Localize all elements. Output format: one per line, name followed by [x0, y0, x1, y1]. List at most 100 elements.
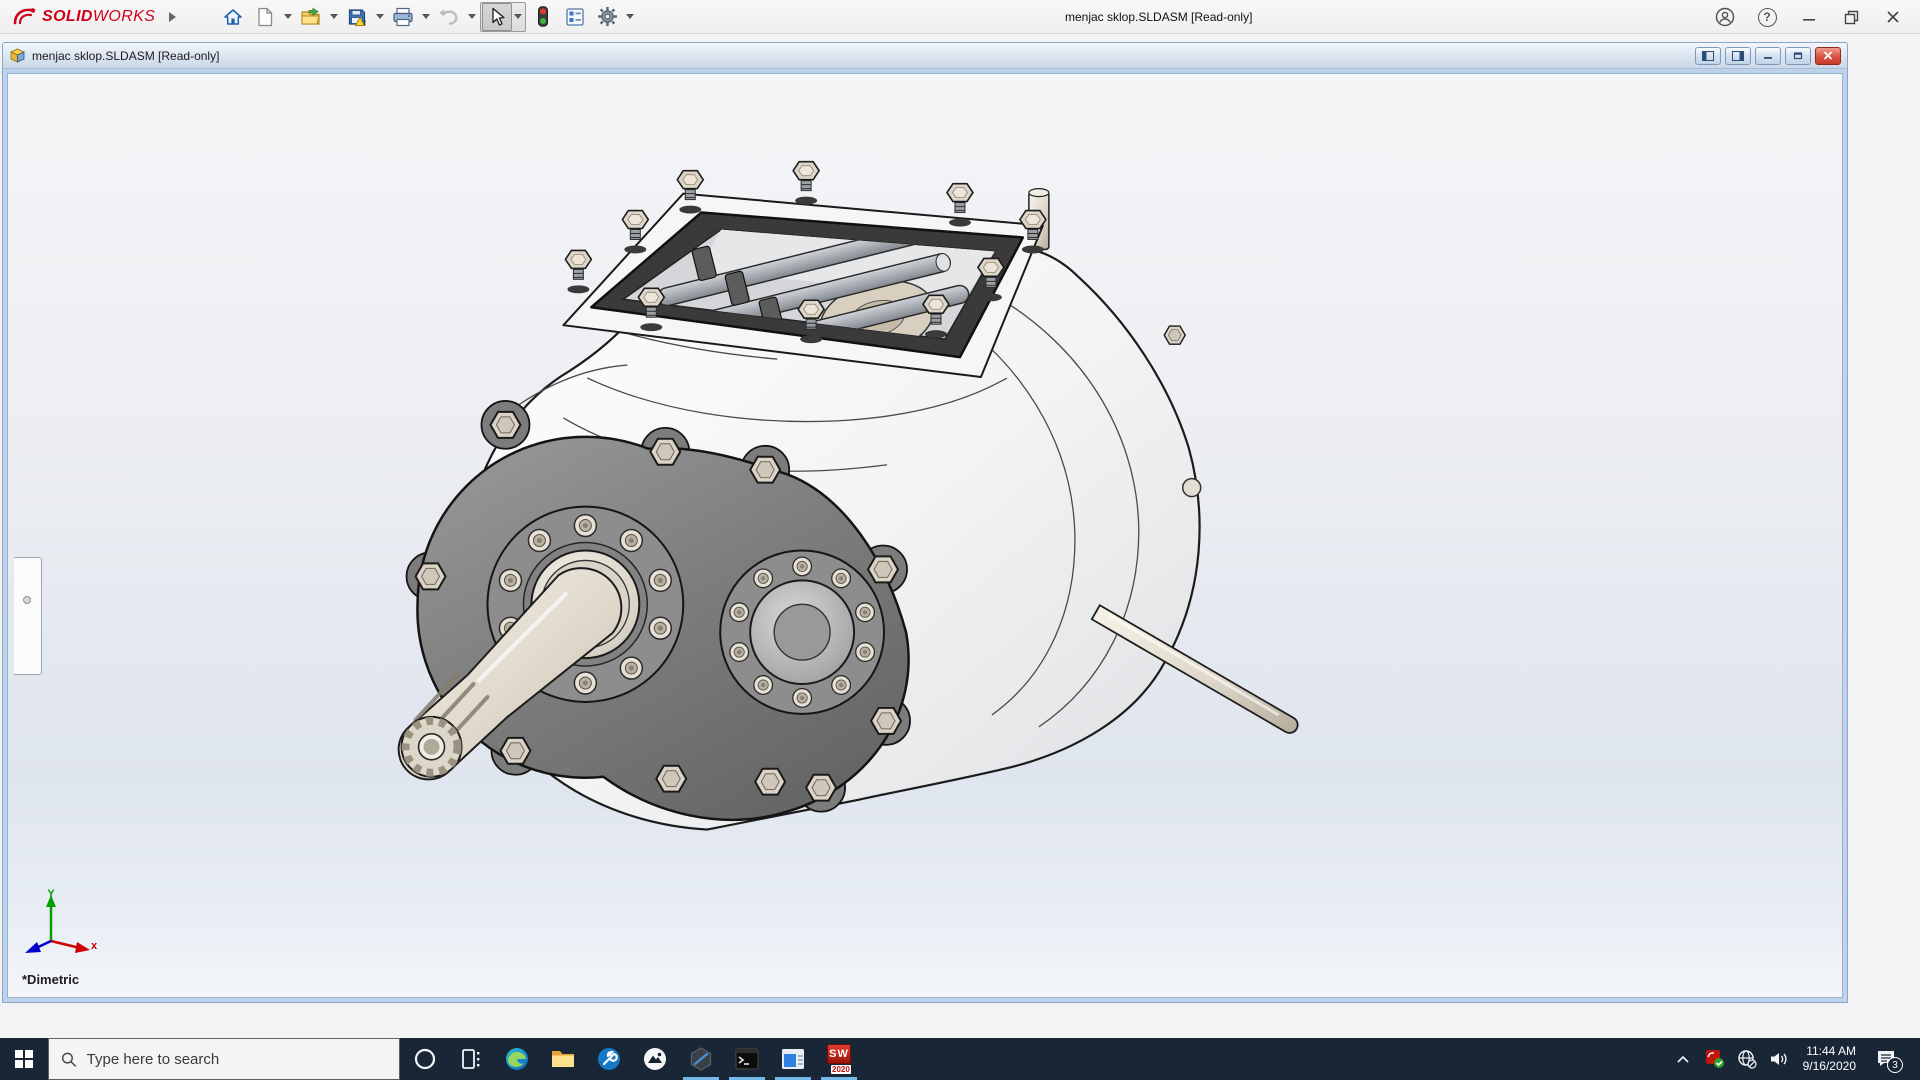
- file-explorer-icon: [552, 1051, 574, 1067]
- document-restore-button[interactable]: [1785, 46, 1811, 65]
- pane-right-icon: [1732, 50, 1744, 61]
- restore-icon: [1844, 10, 1858, 24]
- taskbar-icon-edge[interactable]: [494, 1038, 540, 1080]
- graphics-area[interactable]: Y x *Dimetric: [7, 73, 1843, 998]
- document-titlebar[interactable]: menjac sklop.SLDASM [Read-only]: [2, 42, 1848, 68]
- save-button[interactable]: [342, 3, 372, 31]
- new-document-icon: [258, 7, 273, 26]
- globe-no-internet-icon: [1737, 1050, 1757, 1069]
- app-window-icon: [782, 1049, 804, 1069]
- evaluate-list-button[interactable]: [560, 3, 590, 31]
- solidworks-logo: SOLIDWORKS: [12, 6, 155, 28]
- minimize-icon: [1803, 19, 1815, 21]
- solidworks-logo-icon: [13, 7, 36, 24]
- print-dropdown[interactable]: [420, 3, 432, 31]
- speaker-icon: [1770, 1053, 1787, 1065]
- triad-x-label: x: [91, 940, 98, 952]
- solidworks-app-icon: SW 2020: [825, 1044, 853, 1074]
- open-folder-icon: [301, 7, 320, 25]
- tray-volume[interactable]: [1765, 1038, 1793, 1080]
- tray-solidworks-resource-monitor[interactable]: [1701, 1038, 1729, 1080]
- design-binder-button[interactable]: [528, 3, 558, 31]
- cortana-icon: [414, 1048, 436, 1070]
- taskbar-icon-command-prompt[interactable]: [724, 1038, 770, 1080]
- restore-button[interactable]: [1834, 2, 1868, 32]
- reference-triad: Y x: [25, 889, 98, 953]
- featuremanager-collapsed-tab[interactable]: [14, 557, 42, 675]
- tray-time: 11:44 AM: [1806, 1044, 1856, 1058]
- view-orientation-label: *Dimetric: [22, 972, 80, 987]
- taskbar-spacer: [862, 1038, 1669, 1080]
- undo-icon: [439, 8, 458, 25]
- toggle-right-pane-button[interactable]: [1725, 46, 1751, 65]
- select-dropdown[interactable]: [512, 3, 524, 31]
- options-dropdown[interactable]: [624, 3, 636, 31]
- taskbar-icon-admin-tools[interactable]: [586, 1038, 632, 1080]
- start-button[interactable]: [0, 1038, 48, 1080]
- new-document-dropdown[interactable]: [282, 3, 294, 31]
- help-button[interactable]: ?: [1750, 2, 1784, 32]
- print-button[interactable]: [388, 3, 418, 31]
- minimize-button[interactable]: [1792, 2, 1826, 32]
- tray-action-center[interactable]: 3: [1866, 1038, 1906, 1080]
- screen: { "app": { "brand_primary": "SOLID", "br…: [0, 0, 1920, 1080]
- toggle-left-pane-button[interactable]: [1695, 46, 1721, 65]
- account-icon: [1715, 7, 1735, 27]
- photos-icon: [644, 1048, 666, 1070]
- document-window-buttons: [1695, 46, 1841, 65]
- new-document-button[interactable]: [250, 3, 280, 31]
- save-icon: [348, 8, 366, 26]
- output-bearing-cover[interactable]: [719, 549, 886, 715]
- notification-badge: 3: [1887, 1057, 1903, 1073]
- traffic-light-icon: [538, 6, 549, 27]
- undo-button[interactable]: [434, 3, 464, 31]
- document-window-frame: Y x *Dimetric: [2, 68, 1848, 1003]
- tray-clock[interactable]: 11:44 AM 9/16/2020: [1797, 1044, 1862, 1074]
- solidworks-check-icon: [1705, 1050, 1724, 1068]
- hexagon-app-icon: [690, 1047, 712, 1071]
- chevron-up-icon: [1677, 1055, 1689, 1063]
- task-view-icon: [462, 1049, 480, 1069]
- pane-left-icon: [1702, 50, 1714, 61]
- mdi-background: menjac sklop.SLDASM [Read-only] Y x *Dim…: [0, 35, 1920, 1038]
- options-button[interactable]: [592, 3, 622, 31]
- wrench-circle-icon: [598, 1048, 620, 1070]
- document-minimize-button[interactable]: [1755, 46, 1781, 65]
- toolbar-flyout-arrow[interactable]: [169, 11, 177, 22]
- search-input[interactable]: [86, 1050, 387, 1068]
- select-button[interactable]: [482, 2, 513, 31]
- taskbar-icon-solidworks[interactable]: SW 2020: [816, 1038, 862, 1080]
- tray-network-status[interactable]: [1733, 1038, 1761, 1080]
- quick-access-toolbar: [218, 1, 636, 32]
- open-button[interactable]: [296, 3, 326, 31]
- solidworks-wordmark: SOLIDWORKS: [42, 7, 156, 25]
- save-dropdown[interactable]: [374, 3, 386, 31]
- taskbar-icon-photos[interactable]: [632, 1038, 678, 1080]
- gearbox-assembly-model[interactable]: [8, 74, 1842, 997]
- taskbar-icon-file-explorer[interactable]: [540, 1038, 586, 1080]
- account-button[interactable]: [1708, 2, 1742, 32]
- taskbar-icon-hexagon-app[interactable]: [678, 1038, 724, 1080]
- undo-dropdown[interactable]: [466, 3, 478, 31]
- close-button[interactable]: [1876, 2, 1910, 32]
- help-icon: ?: [1757, 7, 1777, 27]
- window-title: menjac sklop.SLDASM [Read-only]: [1065, 9, 1253, 24]
- open-dropdown[interactable]: [328, 3, 340, 31]
- window-controls: ?: [1708, 0, 1910, 34]
- tray-date: 9/16/2020: [1802, 1059, 1856, 1073]
- home-button[interactable]: [218, 3, 248, 31]
- search-icon: [61, 1052, 77, 1067]
- windows-logo-icon: [15, 1050, 33, 1068]
- minimize-icon: [1764, 57, 1772, 59]
- taskbar-icon-cortana[interactable]: [402, 1038, 448, 1080]
- home-icon: [224, 8, 243, 25]
- taskbar-icon-app-window[interactable]: [770, 1038, 816, 1080]
- gear-icon: [597, 7, 617, 26]
- evaluate-list-icon: [566, 7, 584, 26]
- taskbar-icon-task-view[interactable]: [448, 1038, 494, 1080]
- taskbar-search-box[interactable]: [48, 1038, 400, 1080]
- document-close-button[interactable]: [1815, 46, 1841, 65]
- taskbar-app-icons: SW 2020: [402, 1038, 862, 1080]
- tray-show-hidden-icons[interactable]: [1669, 1038, 1697, 1080]
- main-titlebar: SOLIDWORKS menjac sklop.SLDASM [Read-onl…: [0, 0, 1920, 34]
